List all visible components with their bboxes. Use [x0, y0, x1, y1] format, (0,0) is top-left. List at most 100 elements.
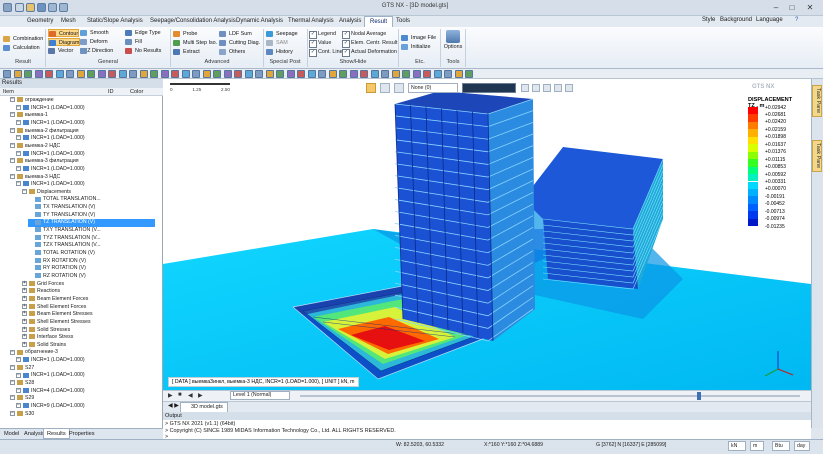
- tree-item[interactable]: − выемка-3 фильтрация: [10, 158, 79, 165]
- expand-toggle-icon[interactable]: [28, 273, 33, 278]
- legend-checkbox[interactable]: Legend: [309, 30, 336, 39]
- tree-item[interactable]: − INCR=1 (LOAD=1.000): [16, 181, 85, 188]
- toolbar-tool-icon[interactable]: [381, 70, 389, 78]
- calculation-button[interactable]: Calculation: [3, 44, 40, 52]
- undo-icon[interactable]: [48, 3, 57, 12]
- expand-toggle-icon[interactable]: −: [10, 112, 15, 118]
- contour-line-checkbox[interactable]: Cont. Line: [309, 48, 343, 57]
- element-centroid-result-checkbox[interactable]: Elem. Centr. Result: [342, 39, 397, 48]
- contour-button[interactable]: Contour: [48, 29, 80, 37]
- no-results-dropdown[interactable]: No Results: [125, 47, 161, 55]
- expand-toggle-icon[interactable]: [28, 227, 33, 232]
- tree-item[interactable]: + Beam Element Forces: [22, 296, 88, 303]
- ldf-sum-button[interactable]: LDF Sum: [219, 30, 252, 38]
- redo-icon[interactable]: [59, 3, 68, 12]
- expand-toggle-icon[interactable]: [28, 197, 33, 202]
- toolbar-tool-icon[interactable]: [34, 70, 43, 78]
- view-dropdown[interactable]: None (0): [408, 83, 458, 93]
- expand-toggle-icon[interactable]: −: [16, 150, 21, 156]
- tree-item[interactable]: + Shell Element Forces: [22, 303, 86, 311]
- toolbar-tool-icon[interactable]: [370, 70, 379, 78]
- fill-dropdown[interactable]: Fill: [125, 38, 142, 46]
- step-back-icon[interactable]: ◀: [188, 392, 193, 399]
- toolbar-tool-icon[interactable]: [328, 70, 337, 78]
- toolbar-tool-icon[interactable]: [391, 70, 400, 78]
- tree-item[interactable]: TX TRANSLATION (V): [28, 204, 95, 211]
- nodal-average-checkbox[interactable]: Nodal Average: [342, 30, 386, 39]
- diagram-button[interactable]: Diagram: [48, 38, 81, 46]
- toolbar-tool-icon[interactable]: [307, 70, 316, 78]
- options-button[interactable]: Options: [443, 30, 463, 50]
- expand-toggle-icon[interactable]: [28, 212, 33, 217]
- expand-toggle-icon[interactable]: +: [22, 341, 27, 347]
- toolbar-tool-icon[interactable]: [339, 70, 347, 78]
- expand-toggle-icon[interactable]: −: [16, 357, 21, 363]
- step-forward-icon[interactable]: ▶: [198, 392, 203, 399]
- toolbar-tool-icon[interactable]: [108, 70, 116, 78]
- toolbar-tool-icon[interactable]: [360, 70, 368, 78]
- expand-toggle-icon[interactable]: −: [10, 143, 15, 149]
- tab-analysis[interactable]: Analysis: [334, 16, 366, 27]
- task-pane-tab[interactable]: Task Pane: [812, 85, 822, 117]
- tree-item[interactable]: − INCR=1 (LOAD=1.000): [16, 357, 85, 364]
- tree-item[interactable]: − S30: [10, 410, 34, 418]
- tree-item[interactable]: − INCR=1 (LOAD=1.000): [16, 135, 85, 142]
- toolbar-tool-icon[interactable]: [139, 70, 148, 78]
- toolbar-tool-icon[interactable]: [265, 70, 274, 78]
- tree-item[interactable]: TYZ TRANSLATION (V...: [28, 235, 101, 242]
- tree-item[interactable]: − S29: [10, 395, 34, 402]
- tree-item[interactable]: − INCR=4 (LOAD=1.000): [16, 387, 85, 395]
- minimize-button[interactable]: –: [770, 2, 782, 13]
- toolbar-tool-icon[interactable]: [318, 70, 326, 78]
- expand-toggle-icon[interactable]: +: [22, 326, 27, 332]
- smooth-dropdown[interactable]: Smooth: [80, 29, 109, 37]
- toolbar-tool-icon[interactable]: [286, 70, 295, 78]
- initialize-button[interactable]: Initialize: [401, 43, 430, 51]
- deform-dropdown[interactable]: Deform: [80, 38, 108, 46]
- toolbar-tool-icon[interactable]: [192, 70, 200, 78]
- toolbar-tool-icon[interactable]: [150, 70, 158, 78]
- tab-geometry[interactable]: Geometry: [22, 16, 58, 27]
- force-unit-select[interactable]: kN: [728, 441, 746, 451]
- help-icon[interactable]: ?: [795, 17, 798, 23]
- maximize-button[interactable]: □: [786, 2, 798, 13]
- tab-model[interactable]: Model: [1, 429, 22, 439]
- expand-toggle-icon[interactable]: +: [22, 334, 27, 340]
- tree-item[interactable]: − S28: [10, 380, 34, 387]
- view-tool-icon[interactable]: [565, 84, 573, 92]
- tree-item-selected[interactable]: TZ TRANSLATION (V): [28, 219, 155, 227]
- expand-toggle-icon[interactable]: −: [22, 188, 27, 194]
- value-checkbox[interactable]: Value: [309, 39, 331, 48]
- tree-item[interactable]: TOTAL ROTATION (V): [28, 250, 95, 257]
- expand-toggle-icon[interactable]: [28, 265, 33, 270]
- toolbar-tool-icon[interactable]: [160, 70, 169, 78]
- timeline-slider-handle[interactable]: [697, 392, 701, 400]
- expand-toggle-icon[interactable]: −: [10, 97, 15, 103]
- expand-toggle-icon[interactable]: +: [22, 318, 27, 324]
- toolbar-tool-icon[interactable]: [13, 70, 22, 78]
- expand-toggle-icon[interactable]: −: [10, 158, 15, 164]
- style-menu[interactable]: Style: [702, 17, 715, 23]
- toolbar-tool-icon[interactable]: [202, 70, 211, 78]
- toolbar-tool-icon[interactable]: [24, 70, 32, 78]
- expand-toggle-icon[interactable]: +: [22, 288, 27, 294]
- toolbar-tool-icon[interactable]: [129, 70, 137, 78]
- toolbar-tool-icon[interactable]: [423, 70, 431, 78]
- model-render[interactable]: [163, 79, 811, 390]
- expand-toggle-icon[interactable]: −: [16, 372, 21, 378]
- expand-toggle-icon[interactable]: −: [16, 403, 21, 409]
- tab-properties[interactable]: Properties: [66, 429, 98, 439]
- heat-unit-select[interactable]: Btu: [772, 441, 790, 451]
- toolbar-tool-icon[interactable]: [87, 70, 95, 78]
- tab-mesh[interactable]: Mesh: [56, 16, 81, 27]
- tree-item[interactable]: + Solid Strains: [22, 341, 66, 349]
- task-pane-tab-2[interactable]: Task Pane: [812, 140, 822, 172]
- toolbar-tool-icon[interactable]: [118, 70, 127, 78]
- toolbar-tool-icon[interactable]: [171, 70, 179, 78]
- toolbar-tool-icon[interactable]: [349, 70, 358, 78]
- play-icon[interactable]: ▶: [168, 392, 173, 399]
- tree-item[interactable]: − S27: [10, 364, 34, 372]
- doc-nav-icon[interactable]: ◀ ▶: [168, 402, 179, 409]
- tab-result[interactable]: Result: [364, 16, 394, 27]
- save-icon[interactable]: [37, 3, 46, 12]
